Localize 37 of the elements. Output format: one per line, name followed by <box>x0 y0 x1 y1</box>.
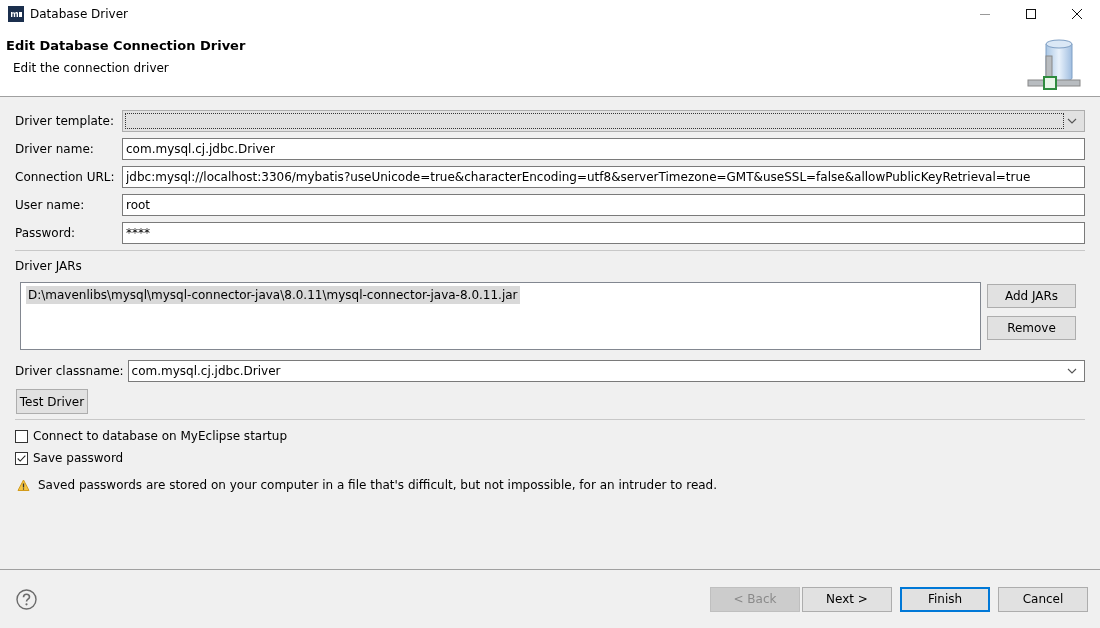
dialog-button[interactable]: Finish <box>900 586 990 612</box>
jar-button[interactable]: Add JARs <box>987 284 1076 308</box>
chevron-down-icon <box>1066 366 1078 376</box>
field-label: Driver classname: <box>15 364 124 378</box>
input-field[interactable]: **** <box>122 222 1085 244</box>
help-button[interactable] <box>15 587 38 611</box>
test-driver-button[interactable]: Test Driver <box>16 389 88 414</box>
window-title: Database Driver <box>30 7 128 21</box>
list-item[interactable]: D:\mavenlibs\mysql\mysql-connector-java\8.0.11\mysql-connector-java-8.0.11.jar <box>26 286 520 304</box>
template-dropdown[interactable] <box>122 110 1085 132</box>
checkbox[interactable] <box>15 429 28 443</box>
input-field[interactable]: com.mysql.cj.jdbc.Driver <box>122 138 1085 160</box>
input-field[interactable]: root <box>122 194 1085 216</box>
checkbox-label: Connect to database on MyEclipse startup <box>33 429 288 443</box>
maximize-icon <box>1026 9 1036 19</box>
app-icon <box>8 6 24 22</box>
field-label: Driver name: <box>15 142 95 156</box>
classname-dropdown[interactable]: com.mysql.cj.jdbc.Driver <box>127 360 1085 382</box>
warning-icon <box>17 478 30 492</box>
jar-button[interactable]: Remove <box>987 316 1076 340</box>
jar-list[interactable]: D:\mavenlibs\mysql\mysql-connector-java\8.0.11\mysql-connector-java-8.0.11.jar <box>20 282 981 350</box>
field-label: User name: <box>15 198 86 212</box>
field-label: Driver template: <box>15 114 115 128</box>
dialog-subtitle: Edit the connection driver <box>13 61 170 75</box>
dialog-button[interactable]: Cancel <box>998 586 1088 612</box>
warning-message: Saved passwords are stored on your computer in a file that's difficult, but not impossible, for an intruder to read. <box>38 478 718 492</box>
checkbox-label: Save password <box>33 451 124 465</box>
chevron-down-icon <box>1066 116 1078 126</box>
checkbox[interactable] <box>15 451 28 465</box>
dialog-title: Edit Database Connection Driver <box>6 38 246 53</box>
help-icon <box>16 588 37 610</box>
field-label: Password: <box>15 226 77 240</box>
input-field[interactable]: jdbc:mysql://localhost:3306/mybatis?useUnicode=true&characterEncoding=utf8&serverTimezone=GMT&useSSL=false&allowPublicKeyRetrieval=true <box>122 166 1085 188</box>
dialog-button[interactable]: Next > <box>802 586 892 612</box>
section-label: Driver JARs <box>15 259 83 273</box>
field-label: Connection URL: <box>15 170 116 184</box>
close-icon <box>1072 9 1082 19</box>
